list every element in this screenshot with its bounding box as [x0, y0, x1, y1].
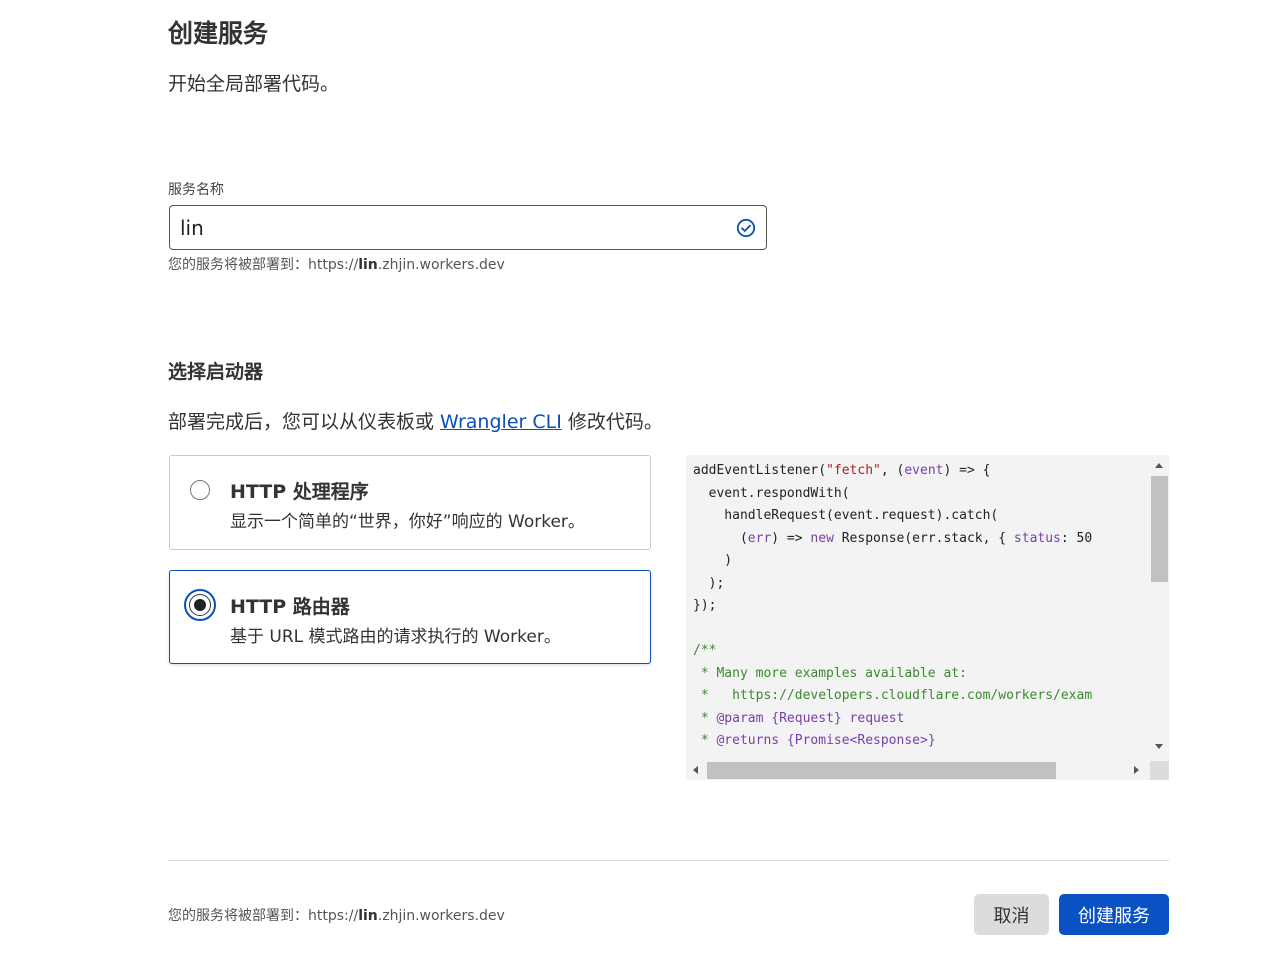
code-line: handleRequest(event.request).catch( — [693, 508, 999, 523]
service-name-input[interactable] — [180, 214, 720, 242]
starter-desc-before: 部署完成后，您可以从仪表板或 — [168, 411, 441, 433]
cancel-button[interactable]: 取消 — [974, 894, 1049, 935]
code-line: }); — [693, 598, 717, 613]
code-content: addEventListener("fetch", (event) => { e… — [693, 460, 1148, 760]
radio-button[interactable] — [190, 480, 210, 500]
deploy-url-name: lin — [358, 908, 378, 924]
deploy-url-suffix: .zhjin.workers.dev — [377, 908, 505, 924]
starter-option-http-router[interactable]: HTTP 路由器 基于 URL 模式路由的请求执行的 Worker。 — [169, 570, 651, 664]
code-line: ) — [693, 553, 733, 568]
scroll-down-icon[interactable] — [1155, 744, 1163, 749]
code-line: * Many more examples available at: — [693, 665, 967, 681]
horizontal-scrollbar[interactable] — [686, 761, 1150, 780]
starter-heading: 选择启动器 — [168, 361, 264, 383]
code-line: ); — [693, 575, 725, 591]
footer-deploy-url-hint: 您的服务将被部署到：https://lin.zhjin.workers.dev — [168, 905, 505, 925]
scroll-left-icon[interactable] — [693, 766, 698, 774]
vertical-scroll-thumb[interactable] — [1151, 476, 1168, 582]
vertical-scrollbar[interactable] — [1150, 455, 1169, 760]
code-line: (err) => new Response(err.stack, { statu… — [693, 530, 1093, 546]
check-circle-icon — [736, 218, 756, 238]
starter-desc-after: 修改代码。 — [561, 411, 663, 433]
code-line: * @param {Request} request — [693, 710, 905, 726]
option-description: 显示一个简单的“世界，你好”响应的 Worker。 — [230, 512, 585, 532]
deploy-url-prefix: 您的服务将被部署到：https:// — [168, 257, 359, 273]
create-service-button[interactable]: 创建服务 — [1059, 894, 1169, 935]
deploy-url-name: lin — [358, 257, 378, 273]
radio-button-selected[interactable] — [184, 589, 216, 621]
option-title: HTTP 处理程序 — [230, 481, 369, 503]
code-preview[interactable]: addEventListener("fetch", (event) => { e… — [686, 455, 1169, 780]
footer-divider — [168, 860, 1169, 861]
service-name-label: 服务名称 — [168, 182, 224, 198]
code-line: addEventListener("fetch", (event) => { — [693, 463, 991, 478]
service-name-field[interactable] — [169, 205, 767, 250]
scrollbar-corner — [1150, 761, 1169, 780]
option-description: 基于 URL 模式路由的请求执行的 Worker。 — [230, 627, 561, 647]
code-line: /** — [693, 643, 717, 658]
page-title: 创建服务 — [168, 19, 269, 48]
code-line: * @returns {Promise<Response>} — [693, 733, 936, 748]
page-subtitle: 开始全局部署代码。 — [168, 73, 340, 95]
wrangler-cli-link[interactable]: Wrangler CLI — [440, 411, 562, 433]
deploy-url-suffix: .zhjin.workers.dev — [377, 257, 505, 273]
option-title: HTTP 路由器 — [230, 596, 350, 618]
starter-description: 部署完成后，您可以从仪表板或 Wrangler CLI 修改代码。 — [168, 407, 663, 434]
code-line: event.respondWith( — [693, 485, 850, 501]
scroll-right-icon[interactable] — [1134, 766, 1139, 774]
horizontal-scroll-thumb[interactable] — [707, 762, 1056, 779]
deploy-url-prefix: 您的服务将被部署到：https:// — [168, 908, 359, 924]
deploy-url-hint: 您的服务将被部署到：https://lin.zhjin.workers.dev — [168, 254, 505, 274]
code-line: * https://developers.cloudflare.com/work… — [693, 688, 1093, 703]
scroll-up-icon[interactable] — [1155, 463, 1163, 468]
starter-option-http-handler[interactable]: HTTP 处理程序 显示一个简单的“世界，你好”响应的 Worker。 — [169, 455, 651, 550]
